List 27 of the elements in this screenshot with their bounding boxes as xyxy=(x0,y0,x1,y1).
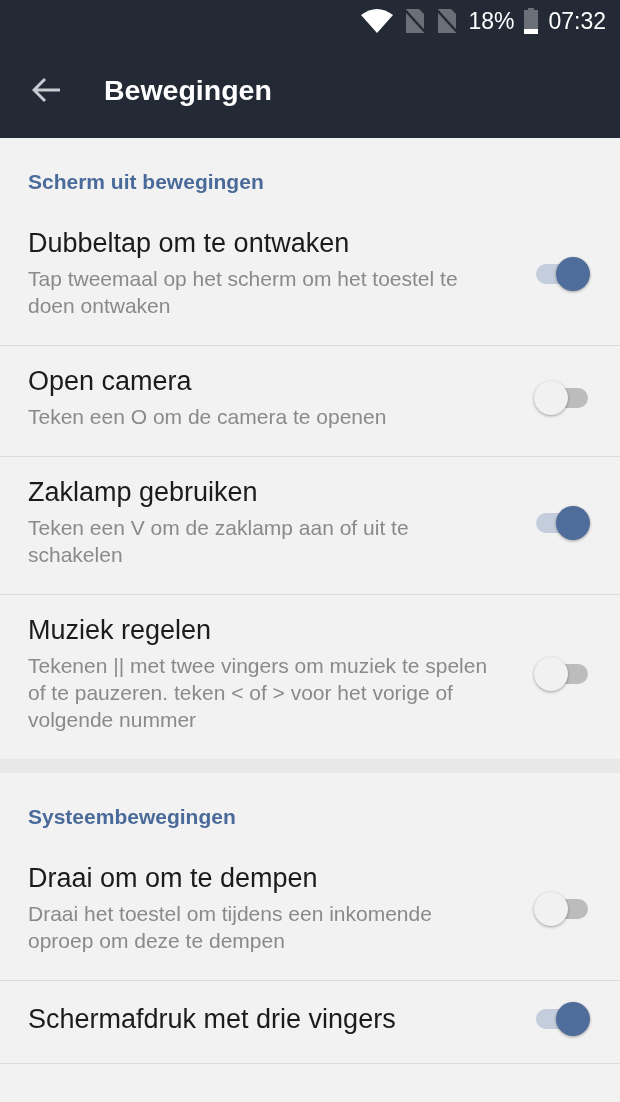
setting-title: Muziek regelen xyxy=(28,615,213,646)
toggle-switch[interactable] xyxy=(534,656,590,692)
back-arrow-icon[interactable] xyxy=(32,77,62,103)
section-header: Systeembewegingen xyxy=(27,804,237,830)
toggle-switch[interactable] xyxy=(534,255,590,292)
battery-percentage: 18% xyxy=(468,7,515,35)
setting-title: Schermafdruk met drie vingers xyxy=(28,1003,397,1035)
section-header: Scherm uit bewegingen xyxy=(27,169,265,195)
setting-title: Dubbeltap om te ontwaken xyxy=(28,228,351,259)
wifi-icon xyxy=(360,8,395,34)
screen-title: Bewegingen xyxy=(104,73,272,107)
clock: 07:32 xyxy=(548,7,606,35)
toggle-switch[interactable] xyxy=(534,380,590,416)
setting-description: Teken een O om de camera te openen xyxy=(28,404,388,430)
toggle-switch[interactable] xyxy=(534,890,590,927)
setting-title: Open camera xyxy=(28,366,193,397)
no-sim-icon xyxy=(404,8,427,34)
no-sim-icon xyxy=(436,8,459,34)
toggle-switch[interactable] xyxy=(534,1001,590,1037)
setting-description: Draai het toestel om tijdens een inkomende oproep om deze te dempen xyxy=(28,901,433,954)
setting-title: Zaklamp gebruiken xyxy=(28,477,259,508)
setting-title: Draai om om te dempen xyxy=(28,863,319,894)
setting-description: Tekenen || met twee vingers om muziek te spelen of te pauzeren. teken < of > voor het vorige of volgende nummer xyxy=(28,653,489,733)
setting-description: Teken een V om de zaklamp aan of uit te schakelen xyxy=(28,515,410,568)
battery-icon xyxy=(524,8,539,34)
toggle-switch[interactable] xyxy=(534,504,590,541)
setting-description: Tap tweemaal op het scherm om het toestel te doen ontwaken xyxy=(28,266,459,319)
